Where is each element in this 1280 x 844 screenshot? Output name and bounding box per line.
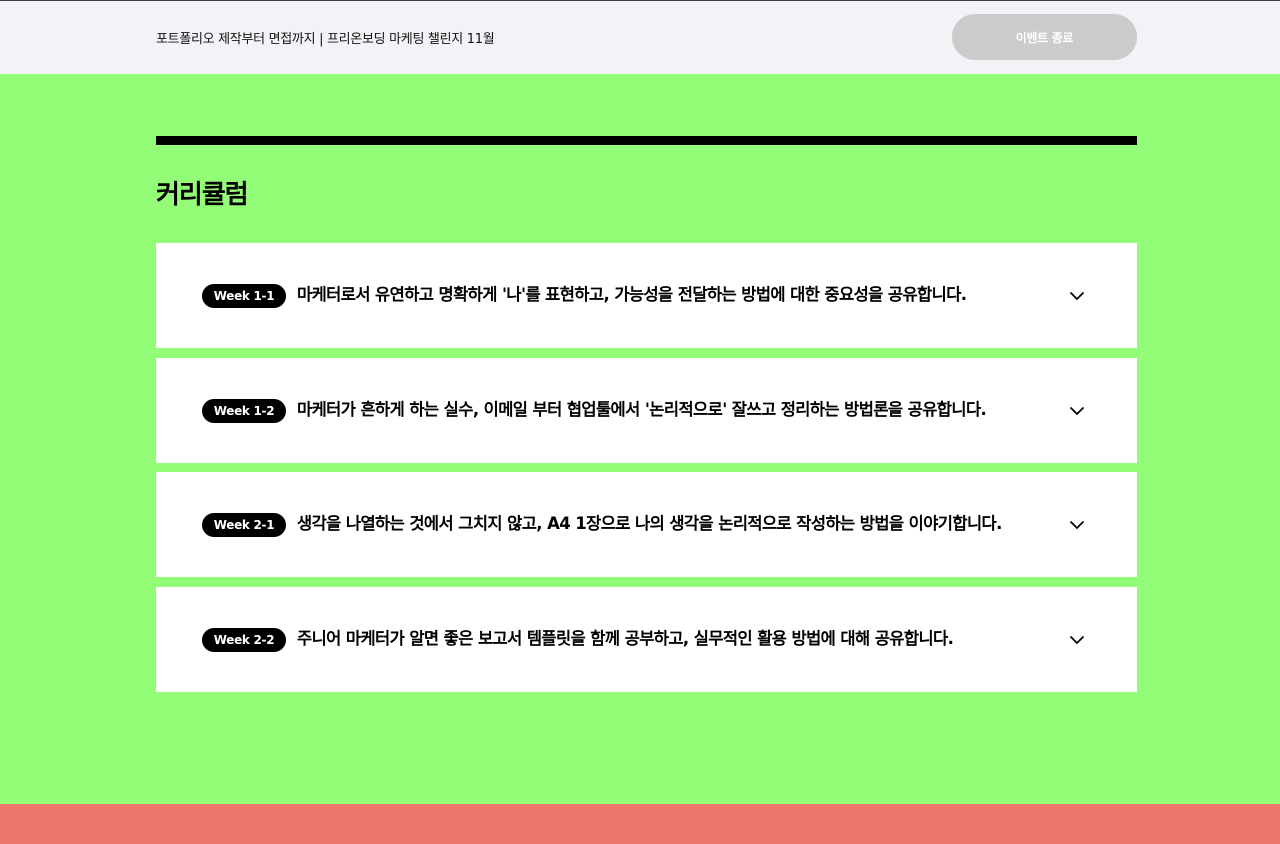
week-badge: Week 1-1	[202, 284, 286, 308]
top-bar: 포트폴리오 제작부터 면접까지 | 프리온보딩 마케팅 챌린지 11월 이벤트 …	[0, 0, 1280, 74]
chevron-down-icon[interactable]	[1068, 402, 1086, 420]
curriculum-description: 주니어 마케터가 알면 좋은 보고서 템플릿을 함께 공부하고, 실무적인 활용…	[297, 629, 954, 649]
section-title: 커리큘럼	[156, 180, 249, 210]
curriculum-description: 마케터가 흔하게 하는 실수, 이메일 부터 협업툴에서 '논리적으로' 잘쓰고…	[297, 399, 987, 419]
curriculum-item-week-1-2[interactable]: Week 1-2 마케터가 흔하게 하는 실수, 이메일 부터 협업툴에서 '논…	[156, 357, 1137, 463]
next-section-band	[0, 804, 1280, 844]
week-badge: Week 1-2	[202, 398, 286, 423]
curriculum-list: Week 1-1 마케터로서 유연하고 명확하게 '나'를 표현하고, 가능성을…	[156, 243, 1137, 702]
chevron-down-icon[interactable]	[1068, 631, 1086, 649]
week-badge: Week 2-1	[202, 513, 286, 538]
event-ended-button[interactable]: 이벤트 종료	[952, 14, 1137, 60]
curriculum-description: 마케터로서 유연하고 명확하게 '나'를 표현하고, 가능성을 전달하는 방법에…	[297, 285, 967, 304]
chevron-down-icon[interactable]	[1068, 287, 1086, 305]
event-title: 포트폴리오 제작부터 면접까지 | 프리온보딩 마케팅 챌린지 11월	[156, 32, 495, 47]
curriculum-section: 커리큘럼 Week 1-1 마케터로서 유연하고 명확하게 '나'를 표현하고,…	[0, 74, 1280, 804]
curriculum-item-week-2-1[interactable]: Week 2-1 생각을 나열하는 것에서 그치지 않고, A4 1장으로 나의…	[156, 472, 1137, 578]
chevron-down-icon[interactable]	[1068, 516, 1086, 534]
week-badge: Week 2-2	[202, 628, 286, 653]
curriculum-item-week-1-1[interactable]: Week 1-1 마케터로서 유연하고 명확하게 '나'를 표현하고, 가능성을…	[156, 243, 1137, 348]
curriculum-description: 생각을 나열하는 것에서 그치지 않고, A4 1장으로 나의 생각을 논리적으…	[297, 514, 1002, 534]
section-divider	[156, 136, 1137, 145]
curriculum-item-week-2-2[interactable]: Week 2-2 주니어 마케터가 알면 좋은 보고서 템플릿을 함께 공부하고…	[156, 587, 1137, 693]
